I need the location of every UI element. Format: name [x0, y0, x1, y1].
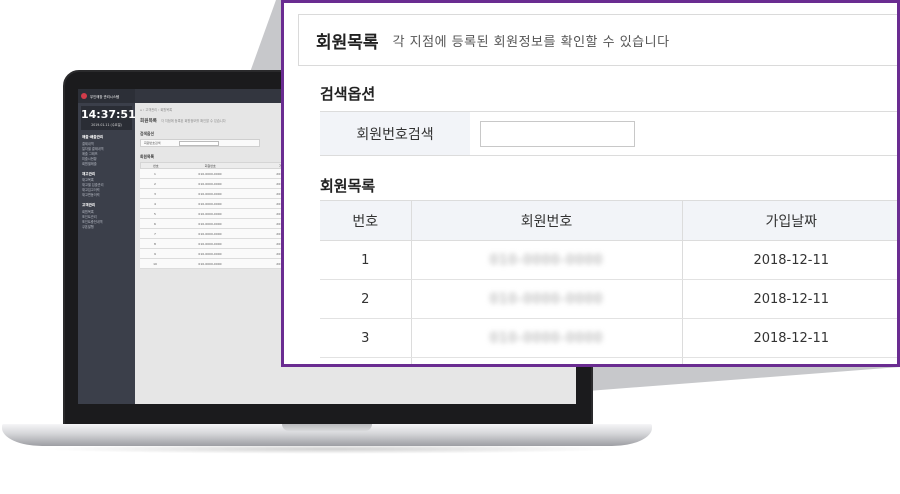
cell-empty — [681, 357, 897, 364]
mini-sidebar-item[interactable]: 회원별매출 — [82, 162, 131, 167]
table-row — [320, 357, 897, 364]
page-title: 회원목록 — [316, 32, 379, 53]
mini-date: 2019.01.11 (수요일) — [91, 123, 122, 127]
cell-join-date: 2018-12-11 — [681, 279, 897, 319]
search-label: 회원번호검색 — [320, 112, 470, 155]
mini-brand-text: 무인매장 관리시스템 — [90, 94, 120, 99]
projection-bottom — [575, 367, 900, 392]
header-member-number[interactable]: 회원번호 — [410, 200, 682, 241]
member-number-search-input[interactable] — [480, 121, 635, 147]
mini-header-member: 회원번호 — [204, 163, 216, 168]
page-subtitle: 각 지점에 등록된 회원정보를 확인할 수 있습니다 — [392, 34, 670, 50]
cell-empty — [410, 357, 682, 364]
mini-cell-no: 5 — [154, 211, 156, 216]
cell-no: 2 — [320, 279, 411, 319]
cell-member-number: 010-0000-0000 — [410, 279, 682, 319]
mini-sidebar-group: 고객관리 회원목록 포인트관리 포인트충전내역 쿠폰발행 — [82, 203, 131, 230]
brand-logo-icon — [81, 93, 87, 99]
mini-cell-no: 3 — [154, 191, 156, 196]
mini-cell-no: 2 — [154, 181, 156, 186]
table-row[interactable]: 3 010-0000-0000 2018-12-11 — [320, 318, 897, 358]
mini-group-title: 매출·배출관리 — [82, 135, 104, 139]
cell-no: 1 — [320, 240, 411, 280]
mini-search-label: 회원번호검색 — [144, 141, 161, 145]
mini-cell-member: 010-0000-0000 — [198, 221, 222, 226]
mini-header-no: 번호 — [153, 163, 159, 168]
page-header: 회원목록 각 지점에 등록된 회원정보를 확인할 수 있습니다 — [298, 14, 897, 66]
mini-sidebar: 무인매장 관리시스템 14:37:51 2019.01.11 (수요일) 매출·… — [78, 89, 136, 404]
cell-join-date: 2018-12-11 — [681, 318, 897, 358]
mini-cell-member: 010-0000-0000 — [198, 251, 222, 256]
mini-cell-no: 1 — [154, 171, 156, 176]
mini-sidebar-group: 재고관리 재고목록 재고별 입출관리 재고입고이력 재고변동이력 — [82, 172, 131, 199]
header-join-date[interactable]: 가입날짜 — [681, 200, 897, 241]
mini-clock: 14:37:51 — [81, 108, 136, 121]
blurred-member-number: 010-0000-0000 — [489, 291, 604, 307]
laptop-notch — [282, 424, 372, 431]
blurred-member-number: 010-0000-0000 — [489, 330, 604, 346]
mini-clock-box: 14:37:51 2019.01.11 (수요일) — [81, 106, 136, 130]
search-section-title: 검색옵션 — [320, 85, 376, 103]
blurred-member-number: 010-0000-0000 — [489, 252, 604, 268]
mini-cell-member: 010-0000-0000 — [198, 211, 222, 216]
mini-cell-member: 010-0000-0000 — [198, 191, 222, 196]
mini-cell-no: 9 — [154, 251, 156, 256]
cell-empty — [320, 357, 411, 364]
member-table: 번호 회원번호 가입날짜 1 010-0000-0000 2018-12-11 … — [320, 200, 897, 364]
mini-group-title: 고객관리 — [82, 203, 96, 207]
cell-member-number: 010-0000-0000 — [410, 240, 682, 280]
mini-cell-member: 010-0000-0000 — [198, 241, 222, 246]
mini-cell-no: 6 — [154, 221, 156, 226]
table-header-row: 번호 회원번호 가입날짜 — [320, 200, 897, 241]
cell-no: 3 — [320, 318, 411, 358]
mini-brand: 무인매장 관리시스템 — [78, 89, 135, 103]
mini-cell-no: 10 — [153, 261, 157, 266]
mini-search-input[interactable] — [178, 140, 219, 146]
mini-sidebar-item[interactable]: 쿠폰발행 — [82, 225, 131, 230]
mini-search-row: 회원번호검색 — [140, 139, 260, 147]
header-no[interactable]: 번호 — [320, 200, 411, 241]
zoom-panel: 회원목록 각 지점에 등록된 회원정보를 확인할 수 있습니다 검색옵션 회원번… — [281, 0, 900, 367]
mini-sidebar-item[interactable]: 재고변동이력 — [82, 193, 131, 198]
mini-cell-no: 4 — [154, 201, 156, 206]
mini-page-subtitle: 각 지점에 등록된 회원정보를 확인할 수 있습니다 — [160, 119, 226, 123]
cell-join-date: 2018-12-11 — [681, 240, 897, 280]
mini-cell-member: 010-0000-0000 — [198, 261, 222, 266]
table-row[interactable]: 1 010-0000-0000 2018-12-11 — [320, 240, 897, 280]
mini-cell-member: 010-0000-0000 — [198, 231, 222, 236]
mini-cell-member: 010-0000-0000 — [198, 171, 222, 176]
table-row[interactable]: 2 010-0000-0000 2018-12-11 — [320, 279, 897, 319]
mini-cell-member: 010-0000-0000 — [198, 201, 222, 206]
list-section-title: 회원목록 — [320, 177, 376, 195]
mini-group-title: 재고관리 — [82, 171, 96, 176]
cell-member-number: 010-0000-0000 — [410, 318, 682, 358]
mini-cell-member: 010-0000-0000 — [198, 181, 222, 186]
search-row: 회원번호검색 — [320, 111, 897, 156]
mini-sidebar-group: 매출·배출관리 결제내역 일자별 결제내역 매출 그래프 미출시현황 회원별매출 — [82, 135, 131, 167]
mini-page-title: 회원목록 — [140, 119, 157, 124]
mini-cell-no: 8 — [154, 241, 156, 246]
mini-cell-no: 7 — [154, 231, 156, 236]
